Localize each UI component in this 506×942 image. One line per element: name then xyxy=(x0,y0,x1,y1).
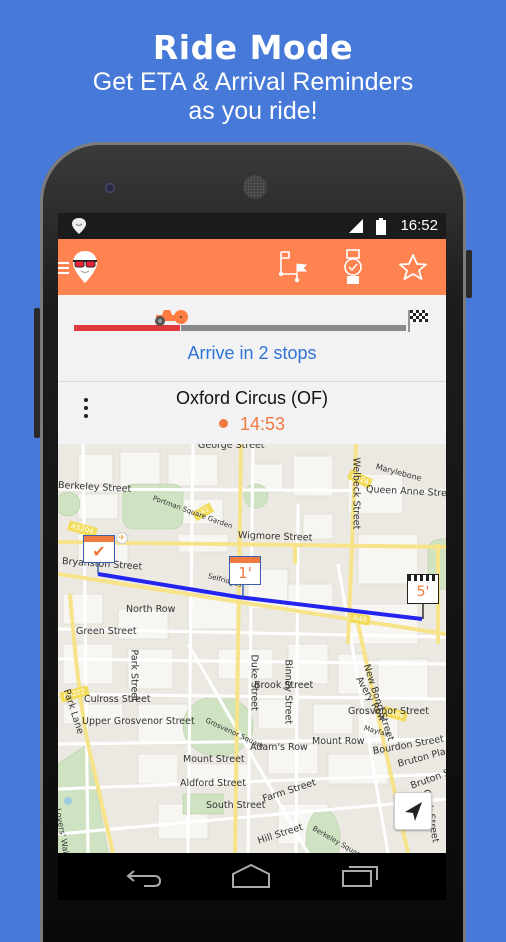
my-location-button[interactable] xyxy=(394,792,432,830)
street-label: Aldford Street xyxy=(180,778,246,789)
promo-subtitle-line1: Get ETA & Arrival Reminders xyxy=(92,68,414,96)
phone-volume-button xyxy=(466,250,472,298)
ride-progress-panel: Arrive in 2 stops xyxy=(58,295,446,382)
map-canvas xyxy=(58,444,446,853)
street-label: Grosvenor Street xyxy=(348,706,429,717)
eta-dot-icon xyxy=(218,418,228,428)
app-bar xyxy=(58,239,446,295)
promo-subtitle: Get ETA & Arrival Reminders as you ride! xyxy=(0,68,506,126)
street-label: Green Street xyxy=(76,626,137,637)
arrive-in-stops-text: Arrive in 2 stops xyxy=(187,343,317,363)
watch-icon[interactable] xyxy=(342,249,364,285)
star-icon[interactable] xyxy=(398,253,428,281)
stop-eta-time: 14:53 xyxy=(239,414,286,434)
street-label: Binney Street xyxy=(282,659,294,725)
airport-icon: ✈ xyxy=(116,532,128,544)
back-icon[interactable] xyxy=(126,865,166,889)
battery-icon xyxy=(376,218,386,235)
app-logo-icon xyxy=(73,251,97,283)
street-label: Mount Street xyxy=(183,754,245,765)
phone-screen: 16:52 Arrive in 2 stops Oxford Circus (O… xyxy=(58,213,446,853)
camera-icon xyxy=(105,183,115,193)
route-flags-icon[interactable] xyxy=(278,249,316,285)
marker-minutes: 5' xyxy=(416,584,430,600)
recents-icon[interactable] xyxy=(341,863,383,889)
system-nav-bar xyxy=(58,853,446,900)
speaker-icon xyxy=(243,175,267,199)
status-bar: 16:52 xyxy=(58,213,446,239)
street-label: South Street xyxy=(206,800,266,811)
destination-marker[interactable]: 5' xyxy=(407,574,439,604)
navigation-arrow-icon xyxy=(405,802,422,821)
signal-icon xyxy=(349,219,363,233)
promo-title: Ride Mode xyxy=(152,28,354,67)
status-time: 16:52 xyxy=(400,217,438,234)
marker-minutes: 1' xyxy=(238,564,252,582)
menu-icon xyxy=(58,262,69,274)
current-stop-panel: Oxford Circus (OF) 14:53 xyxy=(58,382,446,444)
stop-eta: 14:53 xyxy=(58,414,446,435)
street-label: Welbeck Street xyxy=(350,457,362,530)
home-icon[interactable] xyxy=(231,863,273,889)
app-notification-icon xyxy=(72,218,86,234)
menu-button[interactable] xyxy=(58,239,106,295)
street-label: Mount Row xyxy=(312,736,365,747)
street-label: North Row xyxy=(126,604,176,615)
finish-flag-icon xyxy=(408,310,428,332)
map-view[interactable]: A5204 A41 B524 A40 B406 A4202 George Str… xyxy=(58,444,446,853)
visited-stop-marker[interactable]: ✔ xyxy=(83,535,115,563)
checkmark-icon: ✔ xyxy=(92,542,106,561)
street-label: Brook Street xyxy=(254,680,314,691)
street-label: Adam's Row xyxy=(250,742,308,753)
progress-remaining xyxy=(181,325,406,331)
street-label: Culross Street xyxy=(84,694,151,705)
promo-subtitle-line2: as you ride! xyxy=(188,97,318,125)
steamroller-icon xyxy=(155,310,188,326)
street-label: Upper Grosvenor Street xyxy=(82,716,195,727)
next-stop-marker[interactable]: 1' xyxy=(229,556,261,585)
stop-name: Oxford Circus (OF) xyxy=(175,388,328,408)
street-label: George Street xyxy=(198,444,265,451)
